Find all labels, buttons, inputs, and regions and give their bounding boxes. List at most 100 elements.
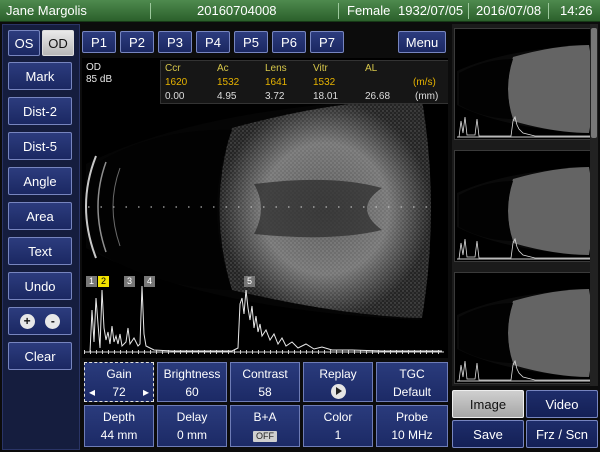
undo-button[interactable]: Undo <box>8 272 72 300</box>
echo-marker-2[interactable]: 2 <box>98 276 109 287</box>
thumbnail-1[interactable] <box>454 28 594 140</box>
replay-control[interactable]: Replay <box>303 362 373 402</box>
tgc-label: TGC <box>399 367 425 381</box>
clock-time: 14:26 <box>560 3 593 18</box>
brightness-value: 60 <box>185 385 199 399</box>
delay-control[interactable]: Delay 0 mm <box>157 405 227 447</box>
preset-p2[interactable]: P2 <box>120 31 154 53</box>
patient-id: 20160704008 <box>197 3 277 18</box>
probe-label: Probe <box>395 410 429 424</box>
thumbnail-3[interactable] <box>454 272 594 384</box>
depth-label: Depth <box>102 410 136 424</box>
color-control[interactable]: Color 1 <box>303 405 373 447</box>
exam-date: 2016/07/08 <box>476 3 542 18</box>
gain-decrease-icon[interactable]: ◂ <box>89 385 95 399</box>
thumbnail-2-image <box>457 167 593 260</box>
gain-label: Gain <box>106 367 132 381</box>
replay-label: Replay <box>319 367 357 381</box>
header-ccr: Ccr <box>165 63 181 74</box>
delay-value: 0 mm <box>177 428 207 442</box>
velocity-ccr: 1620 <box>165 77 188 88</box>
length-al: 26.68 <box>365 91 391 102</box>
preset-p6[interactable]: P6 <box>272 31 306 53</box>
velocity-unit: (m/s) <box>413 77 436 88</box>
brightness-control[interactable]: Brightness 60 <box>157 362 227 402</box>
patient-sex: Female <box>347 3 391 18</box>
text-button[interactable]: Text <box>8 237 72 265</box>
preset-p3[interactable]: P3 <box>158 31 192 53</box>
contrast-label: Contrast <box>242 367 288 381</box>
contrast-value: 58 <box>258 385 272 399</box>
gain-value-row: ◂ 72 ▸ <box>85 385 153 399</box>
length-vitr: 18.01 <box>313 91 339 102</box>
title-bar: Jane Margolis 20160704008 Female 1932/07… <box>0 0 600 22</box>
zoom-out-icon[interactable]: - <box>45 313 61 329</box>
preset-p7[interactable]: P7 <box>310 31 344 53</box>
thumbnail-scrollbar[interactable] <box>590 24 598 386</box>
zoom-buttons: + - <box>8 307 72 335</box>
echo-marker-4[interactable]: 4 <box>144 276 155 287</box>
eye-tab-od[interactable]: OD <box>42 30 74 56</box>
probe-control[interactable]: Probe 10 MHz <box>376 405 448 447</box>
eye-label: OD <box>86 62 101 73</box>
gain-increase-icon[interactable]: ▸ <box>143 385 149 399</box>
gain-db-label: 85 dB <box>86 74 113 85</box>
echo-marker-1[interactable]: 1 <box>86 276 97 287</box>
length-ac: 4.95 <box>217 91 237 102</box>
velocity-vitr: 1532 <box>313 77 336 88</box>
velocity-lens: 1641 <box>265 77 288 88</box>
contrast-control[interactable]: Contrast 58 <box>230 362 300 402</box>
b-plus-a-status-badge: OFF <box>253 431 277 442</box>
length-unit: (mm) <box>415 91 439 102</box>
measurement-table: Ccr Ac Lens Vitr AL 1620 1532 1641 1532 … <box>160 60 448 104</box>
image-meta: OD 85 dB <box>86 62 112 86</box>
eye-tab-os[interactable]: OS <box>8 30 40 56</box>
zoom-in-icon[interactable]: + <box>19 313 35 329</box>
menu-button[interactable]: Menu <box>398 31 446 53</box>
scrollbar-thumb[interactable] <box>591 28 597 138</box>
length-ccr: 0.00 <box>165 91 185 102</box>
length-lens: 3.72 <box>265 91 285 102</box>
delay-label: Delay <box>176 410 208 424</box>
ultrasound-image[interactable]: OD 85 dB Ccr Ac Lens Vitr AL 1620 1532 1… <box>82 58 448 358</box>
dist-5-button[interactable]: Dist-5 <box>8 132 72 160</box>
thumbnail-panel <box>452 24 598 386</box>
b-plus-a-control[interactable]: B+A OFF <box>230 405 300 447</box>
freeze-scan-button[interactable]: Frz / Scn <box>526 420 598 448</box>
gain-control[interactable]: Gain ◂ 72 ▸ <box>84 362 154 402</box>
tgc-value: Default <box>392 385 432 399</box>
header-ac: Ac <box>217 63 229 74</box>
thumbnail-3-image <box>457 289 593 382</box>
probe-value: 10 MHz <box>391 428 433 442</box>
header-lens: Lens <box>265 63 287 74</box>
patient-dob: 1932/07/05 <box>398 3 464 18</box>
echo-marker-5[interactable]: 5 <box>244 276 255 287</box>
thumbnail-2[interactable] <box>454 150 594 262</box>
color-value: 1 <box>334 428 342 442</box>
preset-p4[interactable]: P4 <box>196 31 230 53</box>
depth-value: 44 mm <box>100 428 138 442</box>
play-icon[interactable] <box>330 384 346 399</box>
preset-p5[interactable]: P5 <box>234 31 268 53</box>
area-button[interactable]: Area <box>8 202 72 230</box>
thumbnail-1-image <box>457 45 593 138</box>
gain-value: 72 <box>112 385 126 399</box>
depth-control[interactable]: Depth 44 mm <box>84 405 154 447</box>
preset-p1[interactable]: P1 <box>82 31 116 53</box>
header-vitr: Vitr <box>313 63 328 74</box>
color-label: Color <box>323 410 353 424</box>
dist-2-button[interactable]: Dist-2 <box>8 97 72 125</box>
echo-marker-3[interactable]: 3 <box>124 276 135 287</box>
velocity-ac: 1532 <box>217 77 240 88</box>
header-al: AL <box>365 63 378 74</box>
image-button[interactable]: Image <box>452 390 524 418</box>
brightness-label: Brightness <box>163 367 221 381</box>
angle-button[interactable]: Angle <box>8 167 72 195</box>
mark-button[interactable]: Mark <box>8 62 72 90</box>
save-button[interactable]: Save <box>452 420 524 448</box>
patient-name: Jane Margolis <box>6 3 87 18</box>
tgc-control[interactable]: TGC Default <box>376 362 448 402</box>
video-button[interactable]: Video <box>526 390 598 418</box>
clear-button[interactable]: Clear <box>8 342 72 370</box>
b-plus-a-label: B+A <box>253 410 277 424</box>
